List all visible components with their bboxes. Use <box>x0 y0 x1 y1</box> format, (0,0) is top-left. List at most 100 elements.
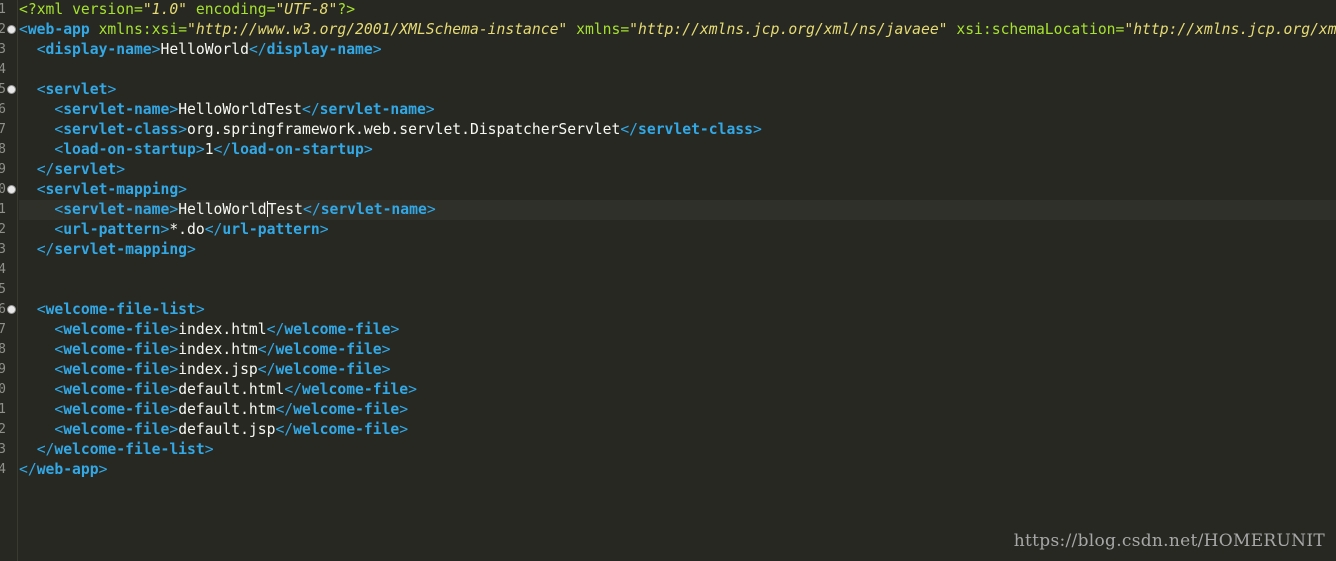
code-token-punc: < <box>54 101 64 118</box>
code-line[interactable]: <welcome-file-list> <box>19 300 1336 320</box>
line-number: 0 <box>0 382 6 397</box>
code-line[interactable]: </servlet-mapping> <box>19 240 1336 260</box>
code-line[interactable]: <servlet-mapping> <box>19 180 1336 200</box>
code-line[interactable]: <load-on-startup>1</load-on-startup> <box>19 140 1336 160</box>
code-token-punc: > <box>178 121 188 138</box>
code-token-punc: > <box>195 141 205 158</box>
code-token-eq: = <box>620 21 630 38</box>
code-token-punc: < <box>54 121 64 138</box>
code-token-decl: <? <box>19 1 37 18</box>
code-token-punc: > <box>151 41 161 58</box>
code-token-attr: encoding <box>195 1 267 18</box>
code-token-punc: < <box>54 361 64 378</box>
code-token-tag: welcome-file-list <box>45 301 196 318</box>
code-line[interactable]: </welcome-file-list> <box>19 440 1336 460</box>
code-line[interactable]: </servlet> <box>19 160 1336 180</box>
code-token-tag: welcome-file <box>63 341 170 358</box>
code-token-punc: </ <box>266 321 285 338</box>
code-token-punc: </ <box>204 221 223 238</box>
code-token-punc: < <box>36 81 46 98</box>
code-line[interactable]: <servlet-name>HelloWorldTest</servlet-na… <box>19 100 1336 120</box>
code-line[interactable]: <display-name>HelloWorld</display-name> <box>19 40 1336 60</box>
code-line[interactable]: </web-app> <box>19 460 1336 480</box>
code-token-punc: > <box>116 161 126 178</box>
code-line[interactable] <box>19 280 1336 300</box>
fold-toggle-icon[interactable] <box>7 305 16 314</box>
code-editor[interactable]: 123456789012345678901234 <?xml version="… <box>0 0 1336 561</box>
code-token-text: HelloWorld <box>160 41 249 58</box>
code-token-punc: > <box>107 81 117 98</box>
line-number: 6 <box>0 302 6 317</box>
code-token-punc: > <box>426 201 436 218</box>
code-token-punc: < <box>54 141 64 158</box>
code-token-text: HelloWorld <box>178 201 267 218</box>
code-line[interactable]: <welcome-file>index.html</welcome-file> <box>19 320 1336 340</box>
line-number: 1 <box>0 2 6 17</box>
code-token-tag: welcome-file <box>293 421 400 438</box>
code-token-tag: servlet-class <box>63 121 179 138</box>
code-token-tag: servlet-name <box>320 201 427 218</box>
code-token-text: index.htm <box>178 341 258 358</box>
code-token-tag: welcome-file <box>63 321 170 338</box>
code-token-punc: > <box>363 141 373 158</box>
code-line[interactable]: <welcome-file>default.htm</welcome-file> <box>19 400 1336 420</box>
code-token-tag: welcome-file <box>284 321 391 338</box>
code-line[interactable] <box>19 60 1336 80</box>
code-line[interactable]: <url-pattern>*.do</url-pattern> <box>19 220 1336 240</box>
code-token-punc: </ <box>36 241 55 258</box>
line-number: 1 <box>0 402 6 417</box>
code-token-tag: servlet-mapping <box>45 181 179 198</box>
code-token-punc: > <box>204 441 214 458</box>
code-line[interactable]: <welcome-file>index.jsp</welcome-file> <box>19 360 1336 380</box>
code-token-val: "http://xmlns.jcp.org/xml/ns/javaee <box>1124 21 1336 38</box>
code-token-tag: welcome-file <box>275 341 382 358</box>
line-number-gutter[interactable]: 1 2 3 4 5 6 7 8 9 0 1 2 3 4 5 6 7 8 9 0 1 2 3 4 <box>0 0 18 561</box>
code-token-punc: > <box>98 461 108 478</box>
line-number: 2 <box>0 22 6 37</box>
code-token-eq: = <box>133 1 143 18</box>
code-token-text: HelloWorldTest <box>178 101 302 118</box>
code-line[interactable]: <servlet> <box>19 80 1336 100</box>
line-number: 2 <box>0 222 6 237</box>
code-line[interactable]: <welcome-file>default.jsp</welcome-file> <box>19 420 1336 440</box>
code-line[interactable]: <web-app xmlns:xsi="http://www.w3.org/20… <box>19 20 1336 40</box>
code-line[interactable] <box>19 260 1336 280</box>
code-token-text: org.springframework.web.servlet.Dispatch… <box>187 121 621 138</box>
code-token-punc: < <box>36 41 46 58</box>
code-line[interactable]: <servlet-name>HelloWorldTest</servlet-na… <box>19 200 1336 220</box>
code-line[interactable]: <welcome-file>default.html</welcome-file… <box>19 380 1336 400</box>
code-token-tag: servlet-class <box>638 121 753 138</box>
fold-toggle-icon[interactable] <box>7 85 16 94</box>
code-token-eq: = <box>178 21 188 38</box>
code-line[interactable]: <welcome-file>index.htm</welcome-file> <box>19 340 1336 360</box>
line-number: 4 <box>0 62 6 77</box>
code-token-tag: url-pattern <box>222 221 320 238</box>
line-number: 4 <box>0 462 6 477</box>
fold-toggle-icon[interactable] <box>7 185 16 194</box>
code-token-punc: < <box>54 321 64 338</box>
code-token-punc: > <box>195 301 205 318</box>
code-token-tag: welcome-file <box>63 401 170 418</box>
code-token-tag: servlet-name <box>63 201 170 218</box>
code-token-punc: </ <box>213 141 232 158</box>
code-token-tag: welcome-file-list <box>54 441 205 458</box>
line-number: 5 <box>0 82 6 97</box>
code-token-tag: web-app <box>36 461 99 478</box>
code-token-text: Test <box>267 201 303 218</box>
fold-toggle-icon[interactable] <box>7 25 16 34</box>
code-token-punc: </ <box>284 381 302 398</box>
code-line[interactable]: <servlet-class>org.springframework.web.s… <box>19 120 1336 140</box>
code-token-punc: < <box>54 381 64 398</box>
code-token-attr: xsi:schemaLocation <box>956 21 1116 38</box>
code-token-punc: </ <box>275 401 294 418</box>
code-line[interactable]: <?xml version="1.0" encoding="UTF-8"?> <box>19 0 1336 20</box>
